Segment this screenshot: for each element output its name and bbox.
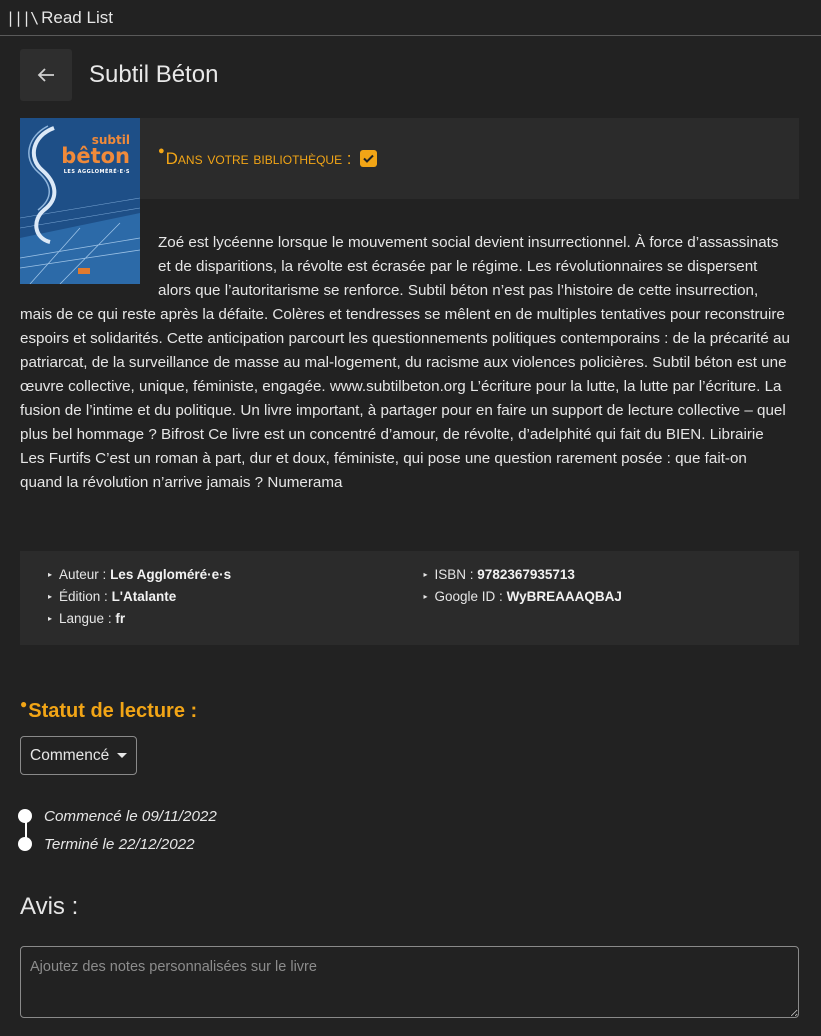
page-header: Subtil Béton xyxy=(20,49,218,101)
timeline-item-finished: Terminé le 22/12/2022 xyxy=(18,830,217,858)
page-title: Subtil Béton xyxy=(89,61,219,88)
bookshelf-logo-icon: |||\ xyxy=(6,8,39,27)
detail-author: ▸ Auteur : Les Aggloméré·e·s xyxy=(48,567,232,582)
cover-title: subtil bêton LES AGGLOMÉRÉ·E·S xyxy=(61,133,130,175)
caret-down-icon xyxy=(117,753,128,758)
timeline-dot-icon xyxy=(18,809,32,823)
details-list-right: ▸ ISBN : 9782367935713 ▸ Google ID : WyBRE… xyxy=(424,567,800,645)
required-dot-icon: ● xyxy=(20,697,28,711)
app-title[interactable]: Read List xyxy=(41,8,113,28)
check-icon xyxy=(362,154,374,163)
timeline-dot-icon xyxy=(18,837,32,851)
arrow-left-icon xyxy=(37,68,54,82)
detail-publisher: ▸ Édition : L'Atalante xyxy=(48,589,177,604)
library-label: Dans votre bibliothèque : xyxy=(165,148,352,168)
back-button[interactable] xyxy=(20,49,72,101)
book-description: Zoé est lycéenne lorsque le mouvement so… xyxy=(20,234,790,491)
timeline-item-started: Commencé le 09/11/2022 xyxy=(18,802,217,830)
reading-status-value: Commencé xyxy=(30,746,110,764)
reading-status-title: ●Statut de lecture : xyxy=(20,697,198,722)
detail-language: ▸ Langue : fr xyxy=(48,611,126,626)
in-library-checkbox[interactable] xyxy=(359,150,377,167)
details-list-left: ▸ Auteur : Les Aggloméré·e·s ▸ Édition : L… xyxy=(48,567,424,645)
top-navbar: |||\ Read List xyxy=(0,0,821,36)
review-textarea[interactable] xyxy=(20,946,799,1018)
reading-status-dropdown[interactable]: Commencé xyxy=(20,736,137,775)
library-status-box: ● Dans votre bibliothèque : xyxy=(140,118,799,199)
detail-google-id: ▸ Google ID : WyBREAAAQBAJ xyxy=(423,589,622,604)
required-dot-icon: ● xyxy=(158,144,165,157)
reading-timeline: Commencé le 09/11/2022 Terminé le 22/12/… xyxy=(18,802,217,858)
review-title: Avis : xyxy=(20,893,79,920)
detail-isbn: ▸ ISBN : 9782367935713 xyxy=(423,567,575,582)
book-details-panel: ▸ Auteur : Les Aggloméré·e·s ▸ Édition : L… xyxy=(20,551,799,645)
